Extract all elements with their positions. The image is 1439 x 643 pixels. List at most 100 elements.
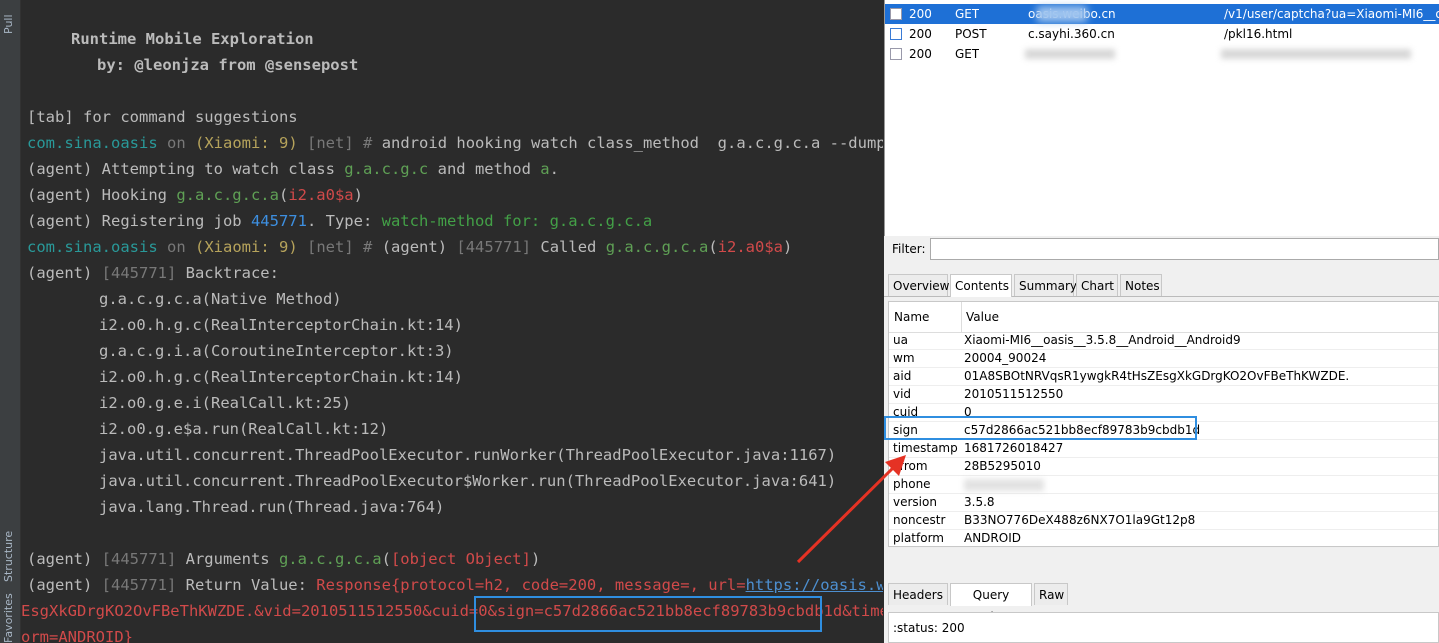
backtrace-line: i2.o0.h.g.c(RealInterceptorChain.kt:14) <box>99 316 463 334</box>
terminal-line-return: (agent) [445771] Return Value: Response{… <box>27 572 883 598</box>
tab-hint: [tab] for command suggestions <box>27 108 298 126</box>
t: (agent) Attempting to watch class <box>27 160 345 178</box>
t: (agent) <box>27 264 102 282</box>
structure-tab[interactable]: Structure <box>2 531 15 582</box>
favorites-tab[interactable]: Favorites <box>2 593 15 643</box>
grid-header: Name Value <box>889 302 1438 333</box>
param-value: B33NO776DeX488z6NX7O1la9Gt12p8 <box>964 513 1196 527</box>
session-host-redacted <box>1025 49 1115 59</box>
host-redaction <box>1037 6 1087 22</box>
structure-tab-label: Structure <box>2 530 15 582</box>
favorites-tab-label: Favorites <box>2 593 15 643</box>
status-line: :status: 200 <box>893 621 965 635</box>
t: [445771] <box>101 576 177 594</box>
backtrace-line: g.a.c.g.i.a(CoroutineInterceptor.kt:3) <box>99 342 454 360</box>
param-name: aid <box>893 369 912 383</box>
t: g.a.c.g.c.a <box>605 238 709 256</box>
backtrace-line: g.a.c.g.c.a(Native Method) <box>99 290 342 308</box>
t: i2.a0$a <box>717 238 784 256</box>
param-value: 28B5295010 <box>964 459 1041 473</box>
param-name: cfrom <box>893 459 928 473</box>
session-url: /v1/user/captcha?ua=Xiaomi-MI6__oasis <box>1224 7 1439 21</box>
session-method: POST <box>955 27 987 41</box>
t: Response{protocol=h2, code=200, message=… <box>316 576 746 594</box>
session-code: 200 <box>909 47 932 61</box>
grid-row[interactable]: cfrom 28B5295010 <box>889 457 1438 476</box>
grid-row[interactable]: timestamp 1681726018427 <box>889 439 1438 458</box>
t: ) <box>783 238 793 256</box>
prompt-device: (Xiaomi: 9) <box>195 134 298 152</box>
grid-row[interactable]: ua Xiaomi-MI6__oasis__3.5.8__Android__And… <box>889 331 1438 350</box>
t: g.a.c.g.c.a <box>278 550 382 568</box>
backtrace-line: i2.o0.g.e.i(RealCall.kt:25) <box>99 394 351 412</box>
backtrace-line: i2.o0.g.e$a.run(RealCall.kt:12) <box>99 420 389 438</box>
t: (agent) Registering job <box>27 212 251 230</box>
t: g.a.c.g.c <box>344 160 429 178</box>
session-code: 200 <box>909 7 932 21</box>
pull-tab-label: Pull <box>2 14 15 34</box>
terminal-line-return-end: orm=ANDROID} <box>21 628 133 643</box>
session-method: GET <box>955 47 980 61</box>
ide-side-strip: Pull Structure Favorites <box>0 0 21 643</box>
t: ) <box>353 186 363 204</box>
terminal-output[interactable]: Runtime Mobile Exploration by: @leonjza … <box>21 0 883 643</box>
banner-author: by: @leonjza from @sensepost <box>97 56 359 74</box>
param-name: wm <box>893 351 915 365</box>
backtrace-line: i2.o0.h.g.c(RealInterceptorChain.kt:14) <box>99 368 463 386</box>
grid-row[interactable]: vid 2010511512550 <box>889 385 1438 404</box>
command-text: android hooking watch class_method g.a.c… <box>381 134 883 152</box>
response-headers-box[interactable]: :status: 200 <box>888 612 1439 643</box>
t: [object Object] <box>390 550 531 568</box>
prompt-on: on <box>167 134 186 152</box>
tab-raw[interactable]: Raw <box>1034 583 1068 605</box>
t: (agent) <box>27 576 102 594</box>
param-name: ua <box>893 333 908 347</box>
t: (agent) <box>381 238 457 256</box>
session-url: /pkl16.html <box>1224 27 1293 41</box>
session-list[interactable]: 200 GET oasis.weibo.cn /v1/user/captcha?… <box>884 0 1439 236</box>
t: [445771] <box>101 264 177 282</box>
backtrace-line: java.lang.Thread.run(Thread.java:764) <box>99 498 445 516</box>
param-value: Xiaomi-MI6__oasis__3.5.8__Android__Andro… <box>964 333 1241 347</box>
session-row[interactable]: 200 POST c.sayhi.360.cn /pkl16.html <box>885 24 1439 44</box>
grid-row[interactable]: platform ANDROID <box>889 529 1438 548</box>
backtrace-line: java.util.concurrent.ThreadPoolExecutor.… <box>99 446 837 464</box>
tab-contents[interactable]: Contents <box>950 274 1012 297</box>
param-value: 01A8SBOtNRVqsR1ywgkR4tHsZEsgXkGDrgKO2OvF… <box>964 369 1350 383</box>
tab-summary[interactable]: Summary <box>1014 274 1077 296</box>
t: . <box>549 160 559 178</box>
param-name: noncestr <box>893 513 946 527</box>
param-value: ANDROID <box>964 531 1021 545</box>
filter-input[interactable] <box>930 238 1439 260</box>
terminal-line-backtrace: (agent) [445771] Backtrace: <box>27 260 279 286</box>
grid-row[interactable]: wm 20004_90024 <box>889 349 1438 368</box>
tab-query-string[interactable]: Query String <box>950 583 1032 624</box>
tab-notes[interactable]: Notes <box>1120 274 1162 296</box>
grid-row[interactable]: noncestr B33NO776DeX488z6NX7O1la9Gt12p8 <box>889 511 1438 530</box>
session-row[interactable]: 200 GET <box>885 44 1439 64</box>
session-code: 200 <box>909 27 932 41</box>
pull-requests-tab[interactable]: Pull <box>2 14 15 34</box>
tab-headers[interactable]: Headers <box>888 583 948 605</box>
grid-row[interactable]: phone <box>889 475 1438 494</box>
tab-overview[interactable]: Overview <box>888 274 950 296</box>
session-host: c.sayhi.360.cn <box>1028 27 1115 41</box>
col-name-header[interactable]: Name <box>894 310 929 324</box>
t: a <box>540 160 550 178</box>
terminal-line-register: (agent) Registering job 445771. Type: wa… <box>27 208 652 234</box>
terminal-line-arguments: (agent) [445771] Arguments g.a.c.g.c.a([… <box>27 546 540 572</box>
tab-chart[interactable]: Chart <box>1076 274 1118 296</box>
session-method: GET <box>955 7 980 21</box>
param-value: 20004_90024 <box>964 351 1047 365</box>
t: Backtrace: <box>176 264 279 282</box>
grid-row[interactable]: version 3.5.8 <box>889 493 1438 512</box>
col-value-header[interactable]: Value <box>966 310 999 324</box>
prompt-on: on <box>167 238 186 256</box>
response-url-link[interactable]: https://oasis.weib <box>746 576 883 594</box>
param-name: timestamp <box>893 441 958 455</box>
grid-row[interactable]: aid 01A8SBOtNRVqsR1ywgkR4tHsZEsgXkGDrgKO2… <box>889 367 1438 386</box>
t: . Type: <box>306 212 382 230</box>
backtrace-line: java.util.concurrent.ThreadPoolExecutor$… <box>99 472 837 490</box>
session-row[interactable]: 200 GET oasis.weibo.cn /v1/user/captcha?… <box>885 4 1439 24</box>
t: [445771] <box>101 550 177 568</box>
